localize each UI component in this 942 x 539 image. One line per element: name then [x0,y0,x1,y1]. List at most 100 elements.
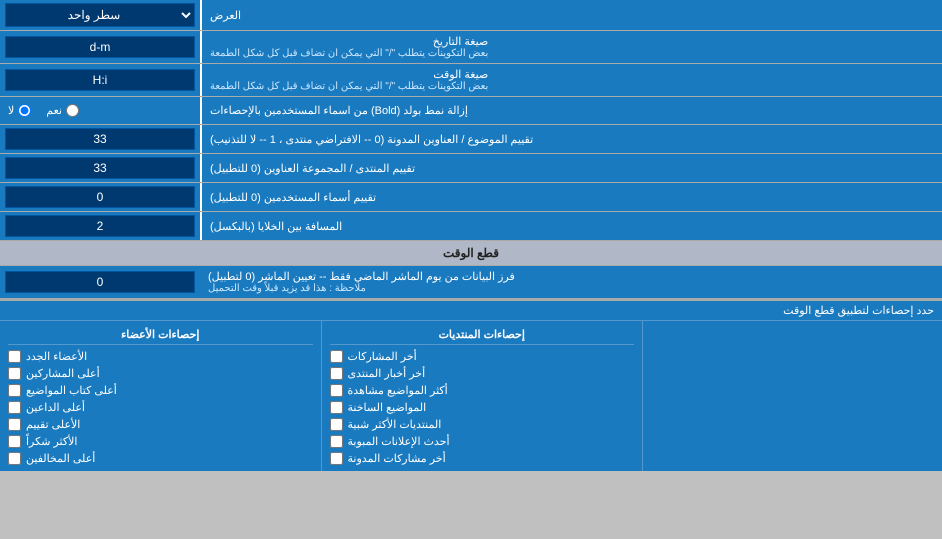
gap-label: المسافة بين الخلايا (بالبكسل) [200,212,942,240]
radio-yes[interactable] [66,104,79,117]
checkbox-columns: إحصاءات المنتديات أخر المشاركات أخر أخبا… [0,321,942,471]
new-members-label: الأعضاء الجدد [26,350,87,363]
gap-row: المسافة بين الخلايا (بالبكسل) [0,212,942,241]
gap-input-wrap [0,212,200,240]
top-posters-item: أعلى المشاركين [8,365,313,382]
top-topic-writers-label: أعلى كتاب المواضيع [26,384,117,397]
display-mode-select[interactable]: سطر واحدسطرينثلاثة أسطر [5,3,195,27]
most-similar-forums-checkbox[interactable] [330,418,343,431]
top-callers-label: أعلى الداعين [26,401,85,414]
header-input: سطر واحدسطرينثلاثة أسطر [0,0,200,30]
stats-header-label: حدد إحصاءات لتطبيق قطع الوقت [8,304,934,317]
most-thanked-checkbox[interactable] [8,435,21,448]
top-callers-checkbox[interactable] [8,401,21,414]
top-raters-label: الأعلى تقييم [26,418,80,431]
radio-no-label[interactable]: لا [8,104,31,117]
stats-header-row: حدد إحصاءات لتطبيق قطع الوقت [0,301,942,321]
top-posters-checkbox[interactable] [8,367,21,380]
users-ordering-input-wrap [0,183,200,211]
cutoff-header-text: قطع الوقت [443,246,499,260]
time-format-input[interactable] [5,69,195,91]
radio-yes-label[interactable]: نعم [46,104,79,117]
topics-ordering-input[interactable] [5,128,195,150]
header-row: العرض سطر واحدسطرينثلاثة أسطر [0,0,942,31]
time-format-input-wrap [0,64,200,96]
most-similar-forums-label: المنتديات الأكثر شبية [348,418,442,431]
users-ordering-input[interactable] [5,186,195,208]
top-visitors-checkbox[interactable] [8,452,21,465]
cutoff-row-title: فرز البيانات من يوم الماشر الماضي فقط --… [208,270,515,283]
radio-no[interactable] [18,104,31,117]
last-topics-checkbox[interactable] [330,401,343,414]
latest-ads-checkbox[interactable] [330,435,343,448]
participations-col: إحصاءات المنتديات أخر المشاركات أخر أخبا… [321,321,643,471]
last-posts-label: أخر المشاركات [348,350,417,363]
top-raters-item: الأعلى تقييم [8,416,313,433]
cutoff-row-label: فرز البيانات من يوم الماشر الماضي فقط --… [200,266,942,298]
cutoff-section-header: قطع الوقت [0,241,942,266]
header-title-text: العرض [210,9,241,22]
top-visitors-label: أعلى المخالفين [26,452,95,465]
latest-ads-label: أحدث الإعلانات المبوبة [348,435,450,448]
last-topics-label: المواضيع الساخنة [348,401,427,414]
forum-ordering-label: تقييم المنتدى / المجموعة العناوين (0 للت… [200,154,942,182]
cutoff-input-wrap [0,266,200,298]
forum-news-item: أخر أخبار المنتدى [330,365,635,382]
last-posts-checkbox[interactable] [330,350,343,363]
time-format-label: صيغة الوقت بعض التكوينات يتطلب "/" التي … [200,64,942,96]
bold-remove-row: إزالة نمط بولد (Bold) من اسماء المستخدمي… [0,97,942,125]
top-raters-checkbox[interactable] [8,418,21,431]
bold-remove-label: إزالة نمط بولد (Bold) من اسماء المستخدمي… [200,97,942,124]
top-callers-item: أعلى الداعين [8,399,313,416]
forum-ordering-title: تقييم المنتدى / المجموعة العناوين (0 للت… [210,162,415,175]
most-similar-forums-item: المنتديات الأكثر شبية [330,416,635,433]
radio-no-text: لا [8,104,14,117]
radio-yes-text: نعم [46,104,62,117]
users-ordering-row: تقييم أسماء المستخدمين (0 للتطبيل) [0,183,942,212]
time-format-row: صيغة الوقت بعض التكوينات يتطلب "/" التي … [0,64,942,97]
latest-tracked-participations-label: أخر مشاركات المدونة [348,452,446,465]
gap-input[interactable] [5,215,195,237]
latest-tracked-participations-checkbox[interactable] [330,452,343,465]
forum-ordering-row: تقييم المنتدى / المجموعة العناوين (0 للت… [0,154,942,183]
users-ordering-label: تقييم أسماء المستخدمين (0 للتطبيل) [200,183,942,211]
latest-tracked-participations-item: أخر مشاركات المدونة [330,450,635,467]
checkboxes-section: حدد إحصاءات لتطبيق قطع الوقت إحصاءات الم… [0,299,942,471]
top-topic-writers-checkbox[interactable] [8,384,21,397]
members-col: إحصاءات الأعضاء الأعضاء الجدد أعلى المشا… [0,321,321,471]
most-viewed-topics-label: أكثر المواضيع مشاهدة [348,384,448,397]
last-posts-item: أخر المشاركات [330,348,635,365]
top-posters-label: أعلى المشاركين [26,367,100,380]
left-empty-col [642,321,942,471]
latest-ads-item: أحدث الإعلانات المبوبة [330,433,635,450]
most-thanked-item: الأكثر شكراً [8,433,313,450]
date-format-row: صيغة التاريخ بعض التكوينات يتطلب "/" الت… [0,31,942,64]
new-members-checkbox[interactable] [8,350,21,363]
most-viewed-topics-checkbox[interactable] [330,384,343,397]
cutoff-row-note: ملاحظة : هذا قد يزيد قبلاً وقت التحميل [208,283,366,294]
topics-ordering-title: تقييم الموضوع / العناوين المدونة (0 -- ا… [210,133,533,146]
top-visitors-item: أعلى المخالفين [8,450,313,467]
date-format-input[interactable] [5,36,195,58]
members-col-header: إحصاءات الأعضاء [8,325,313,345]
header-label: العرض [200,0,942,30]
users-ordering-title: تقييم أسماء المستخدمين (0 للتطبيل) [210,191,376,204]
date-format-title: صيغة التاريخ [210,35,488,48]
forum-ordering-input[interactable] [5,157,195,179]
time-format-title: صيغة الوقت [210,68,488,81]
forum-news-label: أخر أخبار المنتدى [348,367,426,380]
most-viewed-topics-item: أكثر المواضيع مشاهدة [330,382,635,399]
date-format-label: صيغة التاريخ بعض التكوينات يتطلب "/" الت… [200,31,942,63]
time-format-sublabel: بعض التكوينات يتطلب "/" التي يمكن ان تضا… [210,81,488,92]
forum-ordering-input-wrap [0,154,200,182]
topics-ordering-input-wrap [0,125,200,153]
forum-news-checkbox[interactable] [330,367,343,380]
cutoff-input[interactable] [5,271,195,293]
bold-remove-radios: نعم لا [0,97,200,124]
date-format-sublabel: بعض التكوينات يتطلب "/" التي يمكن ان تضا… [210,48,488,59]
new-members-item: الأعضاء الجدد [8,348,313,365]
participations-col-header: إحصاءات المنتديات [330,325,635,345]
gap-title: المسافة بين الخلايا (بالبكسل) [210,220,342,233]
date-format-input-wrap [0,31,200,63]
topics-ordering-label: تقييم الموضوع / العناوين المدونة (0 -- ا… [200,125,942,153]
